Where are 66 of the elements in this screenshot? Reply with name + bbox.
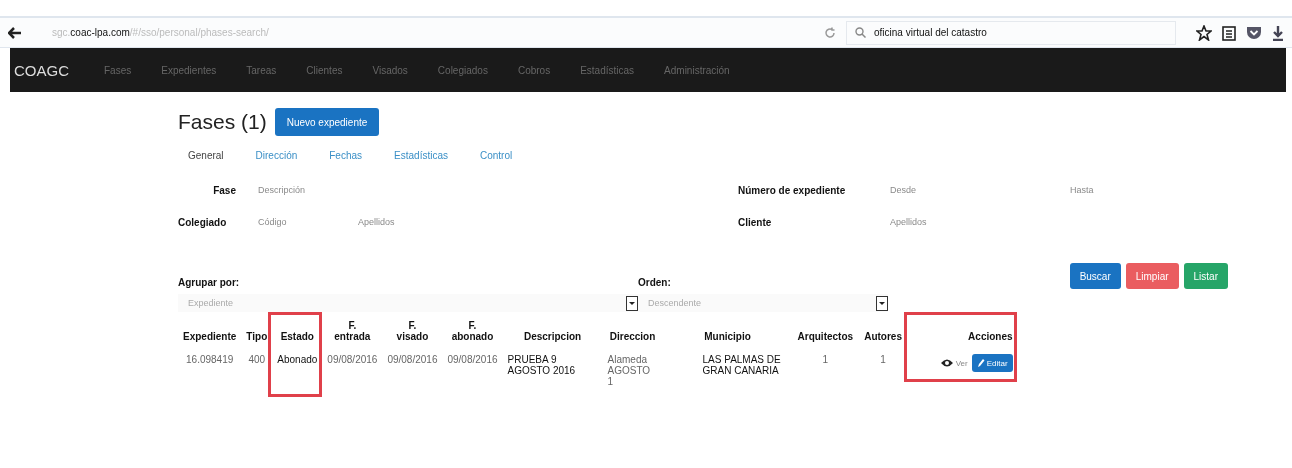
- table-cell-text: 09/08/2016: [446, 353, 499, 367]
- field-label: Colegiado: [178, 216, 228, 228]
- brand-link[interactable]: COAGC: [10, 61, 89, 79]
- table-cell-text: PRUEBA 9 AGOSTO 2016: [506, 353, 577, 378]
- table-cell-text: Abonado: [276, 353, 319, 367]
- nav-link[interactable]: Colegiados: [422, 64, 503, 76]
- column-header: Estado: [279, 330, 315, 344]
- table-cell-text: LAS PALMAS DE GRAN CANARIA: [701, 353, 782, 378]
- column-header: Descripcion: [522, 330, 583, 344]
- pocket-icon[interactable]: [1246, 25, 1262, 40]
- select-field[interactable]: Expediente: [178, 294, 638, 312]
- edit-button[interactable]: Editar: [971, 354, 1013, 372]
- table-cell-text: 16.098419: [185, 353, 235, 367]
- new-file-button[interactable]: Nuevo expediente: [274, 108, 380, 136]
- star-icon[interactable]: [1196, 24, 1212, 41]
- nav-link[interactable]: Estadísticas: [565, 64, 650, 76]
- pencil-icon[interactable]: [976, 358, 985, 368]
- search-icon[interactable]: [855, 27, 866, 38]
- field-label: Número de expediente: [738, 184, 847, 196]
- select-field[interactable]: Descendente: [638, 294, 888, 312]
- table-cell-text: 400: [247, 353, 267, 367]
- field-label: Cliente: [738, 216, 773, 228]
- column-header: F. abonado: [450, 319, 495, 344]
- clipboard-icon[interactable]: [1222, 24, 1236, 41]
- table-cell-text: 1: [821, 353, 830, 367]
- back-icon[interactable]: [8, 26, 22, 39]
- list-button[interactable]: Listar: [1183, 263, 1228, 289]
- tab[interactable]: Estadísticas: [394, 150, 448, 161]
- nav-link[interactable]: Visados: [357, 64, 423, 76]
- column-header: F. visado: [395, 319, 430, 344]
- column-header: Expediente: [182, 330, 238, 344]
- column-header: Arquitectos: [796, 330, 855, 344]
- search-button[interactable]: Buscar: [1069, 263, 1121, 289]
- field-label: Orden:: [638, 277, 672, 288]
- eye-icon[interactable]: [939, 358, 954, 368]
- nav-link[interactable]: Expedientes: [146, 64, 232, 76]
- tab[interactable]: Fechas: [329, 150, 363, 161]
- search-field[interactable]: oficina virtual del catastro: [846, 20, 1176, 45]
- table-cell-text: 09/08/2016: [326, 353, 379, 367]
- table-cell-text: 09/08/2016: [386, 353, 439, 367]
- nav-link[interactable]: Fases: [89, 64, 147, 76]
- field-label: Agrupar por:: [178, 277, 241, 288]
- nav-link[interactable]: Tareas: [231, 64, 292, 76]
- clear-button[interactable]: Limpiar: [1125, 263, 1179, 289]
- download-icon[interactable]: [1272, 24, 1284, 41]
- page-title: Fases (1): [178, 110, 267, 134]
- column-header: Municipio: [703, 330, 752, 344]
- address-bar[interactable]: sgc.coac-lpa.com/#/sso/personal/phases-search/: [32, 27, 814, 38]
- reload-icon[interactable]: [824, 26, 836, 39]
- table-cell-text: 1: [879, 353, 887, 367]
- nav-link[interactable]: Clientes: [291, 64, 358, 76]
- view-link[interactable]: Ver: [939, 358, 968, 368]
- tab[interactable]: Control: [480, 150, 513, 161]
- table-cell-text: Alameda AGOSTO 1: [606, 353, 652, 389]
- column-header: Acciones: [967, 330, 1014, 344]
- tab[interactable]: General: [188, 150, 224, 161]
- column-header: Tipo: [245, 330, 269, 344]
- column-header: Direccion: [608, 330, 657, 344]
- column-header: F. entrada: [333, 319, 372, 344]
- tab[interactable]: Dirección: [255, 150, 298, 161]
- column-header: Autores: [863, 330, 903, 344]
- dropdown-icon[interactable]: [876, 295, 888, 311]
- nav-link[interactable]: Administración: [649, 64, 745, 76]
- field-label: Fase: [212, 184, 236, 196]
- dropdown-icon[interactable]: [626, 295, 638, 311]
- nav-link[interactable]: Cobros: [502, 64, 566, 76]
